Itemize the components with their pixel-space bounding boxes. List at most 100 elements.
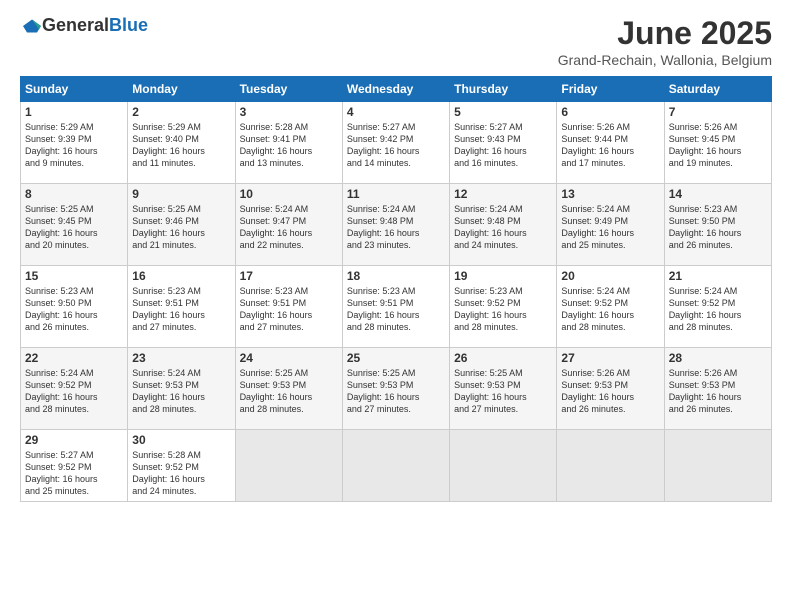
day-info: Sunrise: 5:24 AM Sunset: 9:49 PM Dayligh…: [561, 203, 659, 252]
table-cell: [342, 430, 449, 502]
table-cell: 10 Sunrise: 5:24 AM Sunset: 9:47 PM Dayli…: [235, 184, 342, 266]
table-cell: 5Sunrise: 5:27 AM Sunset: 9:43 PM Daylig…: [450, 102, 557, 184]
day-number: 26: [454, 351, 552, 365]
day-number: 16: [132, 269, 230, 283]
day-info: Sunrise: 5:23 AM Sunset: 9:51 PM Dayligh…: [240, 285, 338, 334]
day-info: Sunrise: 5:23 AM Sunset: 9:51 PM Dayligh…: [347, 285, 445, 334]
table-cell: 23 Sunrise: 5:24 AM Sunset: 9:53 PM Dayli…: [128, 348, 235, 430]
day-info: Sunrise: 5:28 AM Sunset: 9:52 PM Dayligh…: [132, 449, 230, 498]
day-info: Sunrise: 5:23 AM Sunset: 9:51 PM Dayligh…: [132, 285, 230, 334]
table-cell: 2Sunrise: 5:29 AM Sunset: 9:40 PM Daylig…: [128, 102, 235, 184]
table-cell: [664, 430, 771, 502]
calendar-row: 29 Sunrise: 5:27 AM Sunset: 9:52 PM Dayli…: [21, 430, 772, 502]
calendar-table: Sunday Monday Tuesday Wednesday Thursday…: [20, 76, 772, 502]
day-number: 25: [347, 351, 445, 365]
calendar-body: 1Sunrise: 5:29 AM Sunset: 9:39 PM Daylig…: [21, 102, 772, 502]
day-number: 11: [347, 187, 445, 201]
day-info: Sunrise: 5:24 AM Sunset: 9:48 PM Dayligh…: [454, 203, 552, 252]
table-cell: 12 Sunrise: 5:24 AM Sunset: 9:48 PM Dayli…: [450, 184, 557, 266]
table-cell: 4 Sunrise: 5:27 AM Sunset: 9:42 PM Daylig…: [342, 102, 449, 184]
day-info: Sunrise: 5:24 AM Sunset: 9:47 PM Dayligh…: [240, 203, 338, 252]
day-number: 24: [240, 351, 338, 365]
day-number: 4: [347, 105, 445, 119]
day-number: 21: [669, 269, 767, 283]
header-monday: Monday: [128, 77, 235, 102]
logo-icon: [22, 16, 42, 36]
table-cell: [235, 430, 342, 502]
table-cell: 11 Sunrise: 5:24 AM Sunset: 9:48 PM Dayli…: [342, 184, 449, 266]
table-cell: 8 Sunrise: 5:25 AM Sunset: 9:45 PM Daylig…: [21, 184, 128, 266]
logo-blue: Blue: [109, 15, 148, 35]
day-number: 12: [454, 187, 552, 201]
day-info: Sunrise: 5:23 AM Sunset: 9:52 PM Dayligh…: [454, 285, 552, 334]
day-number: 3: [240, 105, 338, 119]
table-cell: 22Sunrise: 5:24 AM Sunset: 9:52 PM Dayli…: [21, 348, 128, 430]
day-number: 13: [561, 187, 659, 201]
table-cell: 19 Sunrise: 5:23 AM Sunset: 9:52 PM Dayli…: [450, 266, 557, 348]
table-cell: 25Sunrise: 5:25 AM Sunset: 9:53 PM Dayli…: [342, 348, 449, 430]
header-friday: Friday: [557, 77, 664, 102]
header-wednesday: Wednesday: [342, 77, 449, 102]
day-number: 18: [347, 269, 445, 283]
calendar-page: GeneralBlue June 2025 Grand-Rechain, Wal…: [0, 0, 792, 612]
day-info: Sunrise: 5:24 AM Sunset: 9:52 PM Dayligh…: [561, 285, 659, 334]
day-info: Sunrise: 5:27 AM Sunset: 9:52 PM Dayligh…: [25, 449, 123, 498]
day-info: Sunrise: 5:23 AM Sunset: 9:50 PM Dayligh…: [25, 285, 123, 334]
calendar-header: Sunday Monday Tuesday Wednesday Thursday…: [21, 77, 772, 102]
day-info: Sunrise: 5:24 AM Sunset: 9:53 PM Dayligh…: [132, 367, 230, 416]
table-cell: 16 Sunrise: 5:23 AM Sunset: 9:51 PM Dayli…: [128, 266, 235, 348]
day-info: Sunrise: 5:24 AM Sunset: 9:48 PM Dayligh…: [347, 203, 445, 252]
day-info: Sunrise: 5:25 AM Sunset: 9:45 PM Dayligh…: [25, 203, 123, 252]
table-cell: 18 Sunrise: 5:23 AM Sunset: 9:51 PM Dayli…: [342, 266, 449, 348]
calendar-subtitle: Grand-Rechain, Wallonia, Belgium: [558, 52, 772, 68]
calendar-row: 15 Sunrise: 5:23 AM Sunset: 9:50 PM Dayli…: [21, 266, 772, 348]
header-tuesday: Tuesday: [235, 77, 342, 102]
day-number: 10: [240, 187, 338, 201]
day-number: 17: [240, 269, 338, 283]
table-cell: 9 Sunrise: 5:25 AM Sunset: 9:46 PM Daylig…: [128, 184, 235, 266]
day-number: 14: [669, 187, 767, 201]
table-cell: [557, 430, 664, 502]
day-number: 19: [454, 269, 552, 283]
table-cell: 27Sunrise: 5:26 AM Sunset: 9:53 PM Dayli…: [557, 348, 664, 430]
day-info: Sunrise: 5:29 AM Sunset: 9:39 PM Dayligh…: [25, 121, 123, 170]
calendar-title: June 2025: [558, 15, 772, 52]
day-number: 22: [25, 351, 123, 365]
table-cell: 26 Sunrise: 5:25 AM Sunset: 9:53 PM Dayli…: [450, 348, 557, 430]
table-cell: 3 Sunrise: 5:28 AM Sunset: 9:41 PM Daylig…: [235, 102, 342, 184]
day-info: Sunrise: 5:27 AM Sunset: 9:42 PM Dayligh…: [347, 121, 445, 170]
day-info: Sunrise: 5:25 AM Sunset: 9:53 PM Dayligh…: [240, 367, 338, 416]
day-number: 28: [669, 351, 767, 365]
day-number: 15: [25, 269, 123, 283]
calendar-row: 22Sunrise: 5:24 AM Sunset: 9:52 PM Dayli…: [21, 348, 772, 430]
day-number: 27: [561, 351, 659, 365]
table-cell: 1Sunrise: 5:29 AM Sunset: 9:39 PM Daylig…: [21, 102, 128, 184]
day-number: 23: [132, 351, 230, 365]
table-cell: 14 Sunrise: 5:23 AM Sunset: 9:50 PM Dayli…: [664, 184, 771, 266]
day-number: 20: [561, 269, 659, 283]
day-info: Sunrise: 5:27 AM Sunset: 9:43 PM Dayligh…: [454, 121, 552, 170]
day-info: Sunrise: 5:23 AM Sunset: 9:50 PM Dayligh…: [669, 203, 767, 252]
table-cell: 30Sunrise: 5:28 AM Sunset: 9:52 PM Dayli…: [128, 430, 235, 502]
table-cell: 13 Sunrise: 5:24 AM Sunset: 9:49 PM Dayli…: [557, 184, 664, 266]
logo: GeneralBlue: [20, 15, 148, 36]
day-info: Sunrise: 5:29 AM Sunset: 9:40 PM Dayligh…: [132, 121, 230, 170]
day-number: 9: [132, 187, 230, 201]
day-number: 29: [25, 433, 123, 447]
table-cell: 29 Sunrise: 5:27 AM Sunset: 9:52 PM Dayli…: [21, 430, 128, 502]
table-cell: 28Sunrise: 5:26 AM Sunset: 9:53 PM Dayli…: [664, 348, 771, 430]
table-cell: 17 Sunrise: 5:23 AM Sunset: 9:51 PM Dayli…: [235, 266, 342, 348]
header-saturday: Saturday: [664, 77, 771, 102]
day-number: 8: [25, 187, 123, 201]
logo-general: General: [42, 15, 109, 35]
title-area: June 2025 Grand-Rechain, Wallonia, Belgi…: [558, 15, 772, 68]
day-info: Sunrise: 5:24 AM Sunset: 9:52 PM Dayligh…: [669, 285, 767, 334]
day-info: Sunrise: 5:28 AM Sunset: 9:41 PM Dayligh…: [240, 121, 338, 170]
table-cell: 24 Sunrise: 5:25 AM Sunset: 9:53 PM Dayli…: [235, 348, 342, 430]
day-info: Sunrise: 5:25 AM Sunset: 9:53 PM Dayligh…: [454, 367, 552, 416]
day-info: Sunrise: 5:25 AM Sunset: 9:46 PM Dayligh…: [132, 203, 230, 252]
day-info: Sunrise: 5:26 AM Sunset: 9:44 PM Dayligh…: [561, 121, 659, 170]
day-number: 6: [561, 105, 659, 119]
header-row: Sunday Monday Tuesday Wednesday Thursday…: [21, 77, 772, 102]
day-info: Sunrise: 5:26 AM Sunset: 9:45 PM Dayligh…: [669, 121, 767, 170]
